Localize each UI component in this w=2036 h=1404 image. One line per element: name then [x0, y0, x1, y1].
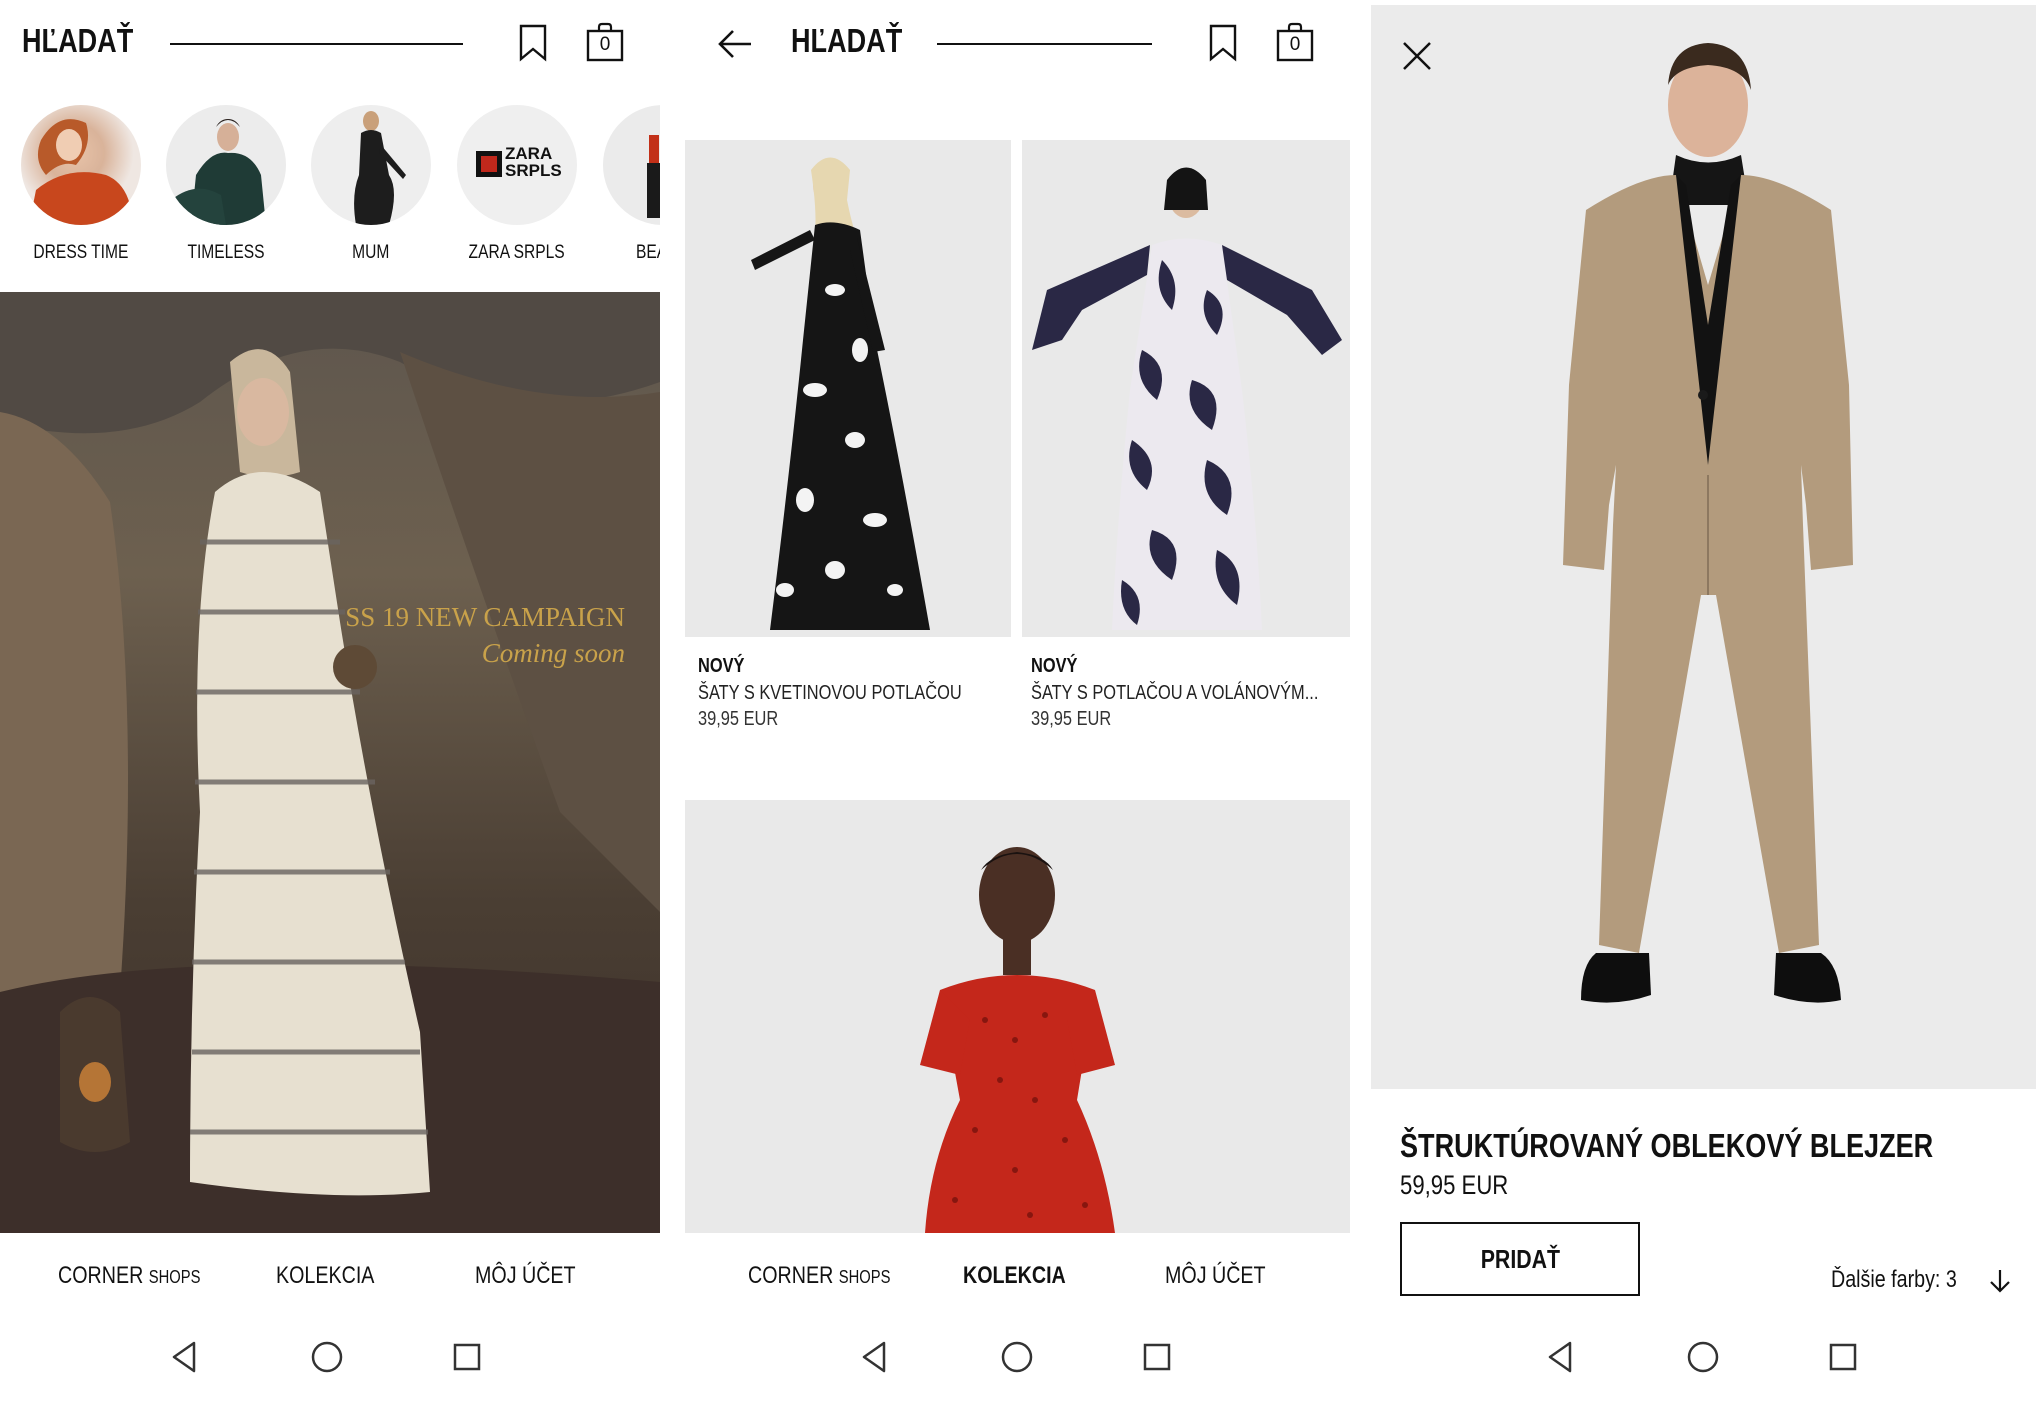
- stories-row: DRESS TIME TIMELESS MUM ZARA SRPLS ZARA …: [0, 105, 660, 275]
- story-label: ZARA SRPLS: [468, 242, 566, 263]
- nav-back-icon[interactable]: [1545, 1340, 1575, 1379]
- shopping-bag-icon[interactable]: 0: [586, 22, 624, 62]
- product-price: 39,95 EUR: [698, 708, 779, 730]
- nav-account[interactable]: MÔJ ÚČET: [1165, 1262, 1288, 1290]
- search-underline[interactable]: [170, 43, 463, 45]
- bookmark-icon[interactable]: [1208, 24, 1238, 67]
- product-price: 39,95 EUR: [1031, 708, 1112, 730]
- story-image: [603, 105, 660, 225]
- campaign-title: SS 19 NEW CAMPAIGN: [345, 602, 625, 632]
- nav-collection[interactable]: KOLEKCIA: [276, 1262, 396, 1290]
- nav-home-icon[interactable]: [310, 1340, 344, 1379]
- story-zara-srpls[interactable]: ZARA SRPLS ZARA SRPLS: [455, 105, 579, 263]
- zara-srpls-logo-text: ZARA SRPLS: [505, 144, 562, 180]
- search-underline[interactable]: [937, 43, 1152, 45]
- home-screen: HĽADAŤ 0 DRESS TIME TIMELESS MUM ZARA SR…: [0, 0, 660, 1404]
- story-mum[interactable]: MUM: [309, 105, 433, 263]
- story-image: [166, 105, 286, 225]
- close-icon[interactable]: [1401, 40, 1433, 77]
- nav-back-icon[interactable]: [859, 1340, 889, 1379]
- product-tag: NOVÝ: [1031, 655, 1078, 677]
- story-image: [311, 105, 431, 225]
- story-image: ZARA SRPLS: [457, 105, 577, 225]
- nav-back-icon[interactable]: [169, 1340, 199, 1379]
- nav-home-icon[interactable]: [1000, 1340, 1034, 1379]
- arrow-down-icon[interactable]: [1988, 1268, 2012, 1299]
- product-image-floral-dress[interactable]: [685, 140, 1011, 637]
- zara-srpls-logo: [476, 151, 502, 177]
- nav-account[interactable]: MÔJ ÚČET: [475, 1262, 598, 1290]
- search-title[interactable]: HĽADAŤ: [791, 22, 927, 60]
- nav-corner-shops[interactable]: CORNER SHOPS: [58, 1262, 232, 1290]
- nav-collection[interactable]: KOLEKCIA: [963, 1262, 1088, 1290]
- back-arrow-icon[interactable]: [715, 26, 755, 67]
- search-title[interactable]: HĽADAŤ: [22, 22, 158, 60]
- nav-home-icon[interactable]: [1686, 1340, 1720, 1379]
- bottom-nav: CORNER SHOPS KOLEKCIA MÔJ ÚČET: [685, 1262, 1350, 1292]
- campaign-subtitle: Coming soon: [481, 638, 625, 668]
- story-image: [21, 105, 141, 225]
- story-timeless[interactable]: TIMELESS: [164, 105, 288, 263]
- system-nav-bar: [0, 1340, 660, 1380]
- story-label: TIMELESS: [187, 242, 265, 263]
- bottom-nav: CORNER SHOPS KOLEKCIA MÔJ ÚČET: [0, 1262, 660, 1292]
- shopping-bag-icon[interactable]: 0: [1276, 22, 1314, 62]
- story-dress-time[interactable]: DRESS TIME: [19, 105, 143, 263]
- nav-recents-icon[interactable]: [1142, 1342, 1172, 1377]
- campaign-banner[interactable]: SS 19 NEW CAMPAIGN Coming soon: [0, 292, 660, 1233]
- bookmark-icon[interactable]: [518, 24, 548, 67]
- product-title: ŠTRUKTÚROVANÝ OBLEKOVÝ BLEJZER: [1400, 1127, 1934, 1164]
- bag-count: 0: [599, 34, 611, 55]
- bag-count: 0: [1289, 34, 1301, 55]
- product-name[interactable]: ŠATY S POTLAČOU A VOLÁNOVÝM...: [1031, 682, 1350, 705]
- more-colors-link[interactable]: Ďalšie farby: 3: [1831, 1266, 1984, 1294]
- product-price: 59,95 EUR: [1400, 1170, 1509, 1200]
- collection-screen: HĽADAŤ 0 NOVÝ ŠATY S KVETINOVOU POTLAČOU…: [685, 0, 1350, 1404]
- add-to-cart-button[interactable]: PRIDAŤ: [1400, 1222, 1640, 1296]
- product-detail-screen: ŠTRUKTÚROVANÝ OBLEKOVÝ BLEJZER 59,95 EUR…: [1371, 0, 2036, 1404]
- story-label: DRESS TIME: [33, 242, 129, 263]
- story-label: BEA: [636, 242, 660, 263]
- system-nav-bar: [685, 1340, 1350, 1380]
- story-label: MUM: [352, 242, 390, 263]
- product-name[interactable]: ŠATY S KVETINOVOU POTLAČOU: [698, 682, 1020, 705]
- campaign-photo: [0, 292, 660, 1233]
- product-tag: NOVÝ: [698, 655, 745, 677]
- story-beauty[interactable]: BEA: [601, 105, 660, 263]
- product-image-ruffle-dress[interactable]: [1022, 140, 1350, 637]
- product-image-blazer[interactable]: [1371, 5, 2036, 1089]
- nav-corner-shops[interactable]: CORNER SHOPS: [748, 1262, 922, 1290]
- system-nav-bar: [1371, 1340, 2036, 1380]
- nav-recents-icon[interactable]: [1828, 1342, 1858, 1377]
- product-image-red-dress[interactable]: [685, 800, 1350, 1233]
- nav-recents-icon[interactable]: [452, 1342, 482, 1377]
